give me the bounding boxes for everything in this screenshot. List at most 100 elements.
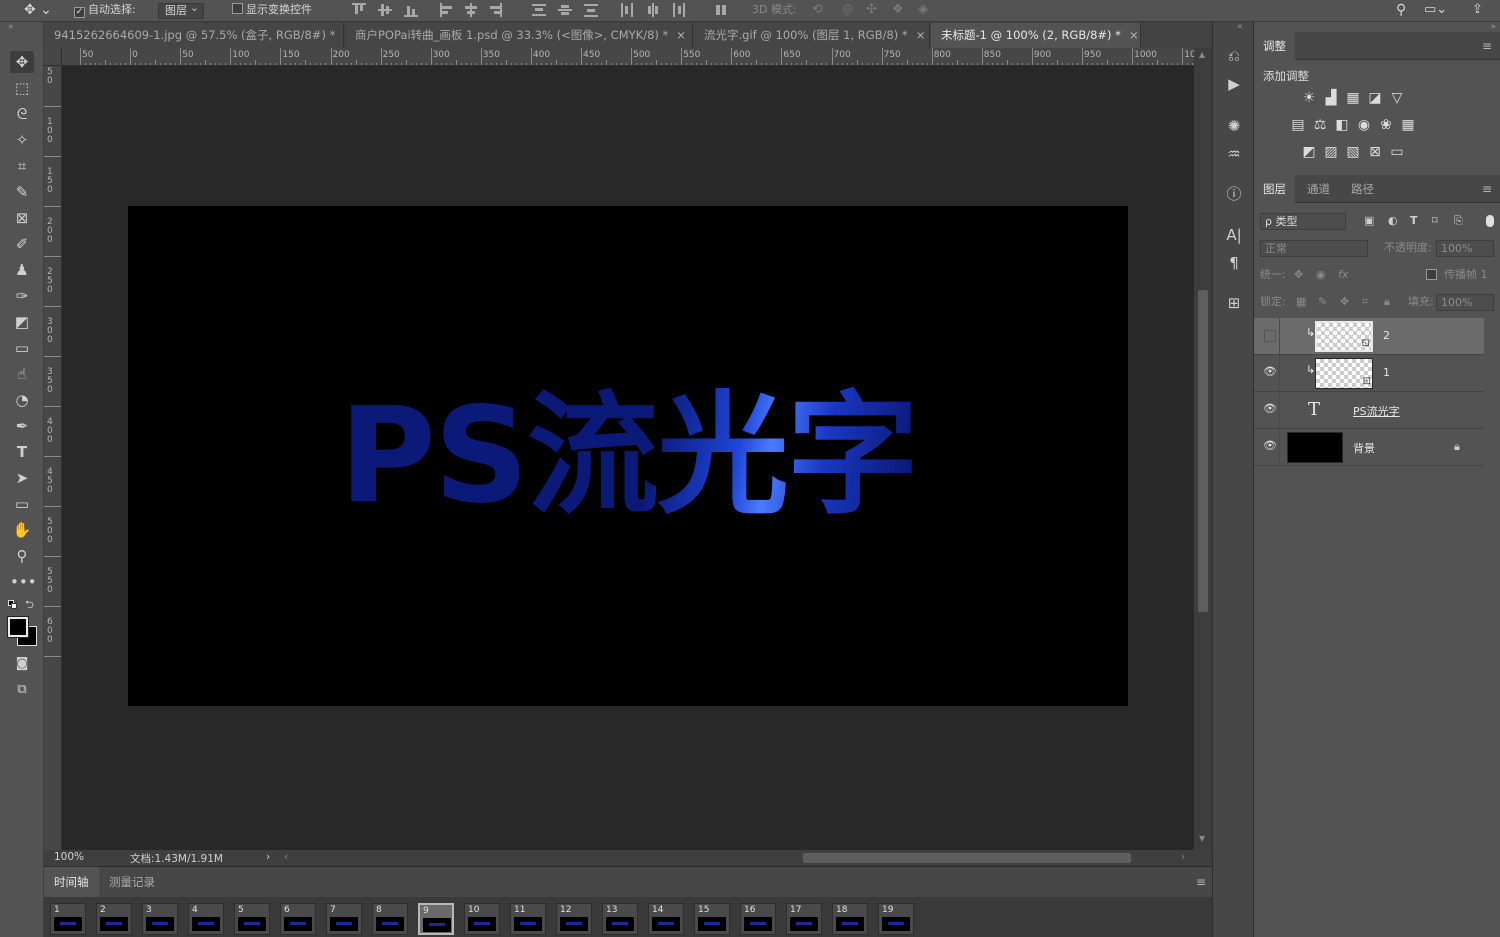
align-vcenter-icon[interactable]: [378, 3, 392, 17]
blend-mode-dropdown[interactable]: 正常: [1260, 240, 1368, 257]
layer-thumbnail[interactable]: ⊡: [1315, 358, 1373, 389]
layer-thumbnail[interactable]: ⊡: [1315, 321, 1373, 352]
scroll-down-icon[interactable]: ▼: [1199, 834, 1205, 843]
ruler-corner[interactable]: [44, 48, 62, 66]
align-top-icon[interactable]: [352, 3, 366, 17]
auto-select-checkbox[interactable]: ✓ 自动选择:: [74, 3, 136, 19]
layer-name[interactable]: 1: [1383, 366, 1390, 379]
frame-tool-icon[interactable]: ⊠: [10, 207, 34, 229]
tab-timeline[interactable]: 时间轴: [44, 867, 99, 897]
timeline-frame[interactable]: 9: [418, 903, 454, 935]
color-balance-icon[interactable]: ⚖: [1309, 117, 1331, 133]
timeline-frame[interactable]: 14: [648, 903, 684, 935]
collapse-panels-icon[interactable]: «: [1237, 22, 1243, 32]
horizontal-scrollbar[interactable]: ‹ ›: [276, 850, 1196, 866]
timeline-frame[interactable]: 1: [50, 903, 86, 935]
timeline-frame[interactable]: 5: [234, 903, 270, 935]
3d-roll-icon[interactable]: ◎: [842, 3, 853, 19]
panel-menu-icon[interactable]: ≡: [1482, 182, 1492, 196]
scroll-left-icon[interactable]: ‹: [284, 851, 288, 863]
screen-mode-icon[interactable]: ⧉: [10, 679, 34, 701]
close-icon[interactable]: ×: [676, 28, 686, 42]
timeline-frame[interactable]: 10: [464, 903, 500, 935]
unify-style-icon[interactable]: fx: [1338, 265, 1348, 285]
workspace-icon[interactable]: ▭⌄: [1424, 3, 1447, 19]
more-tools-icon[interactable]: •••: [10, 571, 37, 593]
timeline-frame[interactable]: 15: [694, 903, 730, 935]
close-icon[interactable]: ×: [1129, 28, 1139, 42]
threshold-icon[interactable]: ▧: [1342, 144, 1364, 160]
type-tool-icon[interactable]: T: [10, 441, 34, 463]
scroll-up-icon[interactable]: ▲: [1199, 50, 1205, 59]
tab-document-3[interactable]: 流光字.gif @ 100% (图层 1, RGB/8) * ×: [694, 23, 930, 48]
horizontal-scroll-thumb[interactable]: [803, 853, 1131, 863]
lock-image-icon[interactable]: ✎: [1318, 292, 1327, 312]
info-icon[interactable]: ⓘ: [1224, 184, 1244, 204]
eraser-tool-icon[interactable]: ◩: [10, 311, 34, 333]
layer-row-background[interactable]: 👁︎ 背景 🔒︎: [1254, 429, 1484, 466]
distribute-left-icon[interactable]: [620, 3, 634, 17]
brush-settings-icon[interactable]: ✺: [1224, 116, 1244, 136]
timeline-frame[interactable]: 8: [372, 903, 408, 935]
marquee-tool-icon[interactable]: ⬚: [10, 77, 34, 99]
tab-adjustments[interactable]: 调整: [1254, 32, 1295, 60]
paragraph-panel-icon[interactable]: ¶: [1224, 253, 1244, 273]
vertical-scroll-thumb[interactable]: [1198, 290, 1208, 612]
layer-row-1[interactable]: 👁︎ ↳ ⊡ 1: [1254, 355, 1484, 392]
align-bottom-icon[interactable]: [404, 3, 418, 17]
lock-all-icon[interactable]: 🔒︎: [1384, 292, 1390, 312]
swap-colors-icon[interactable]: ⮌: [25, 596, 34, 615]
tab-paths[interactable]: 路径: [1342, 175, 1383, 203]
hand-tool-icon[interactable]: ✋: [10, 519, 34, 541]
panel-menu-icon[interactable]: ≡: [1482, 39, 1492, 53]
selective-color-icon[interactable]: ⊠: [1364, 144, 1386, 160]
visibility-toggle-off[interactable]: [1264, 330, 1276, 342]
vibrance-icon[interactable]: ▽: [1386, 90, 1408, 106]
gradient-tool-icon[interactable]: ▭: [10, 337, 34, 359]
tab-channels[interactable]: 通道: [1298, 175, 1339, 203]
adjustment-filter-icon[interactable]: ◐: [1388, 211, 1398, 231]
close-icon[interactable]: ×: [343, 28, 344, 42]
auto-select-dropdown[interactable]: 图层: [158, 1, 204, 19]
crop-tool-icon[interactable]: ⌗: [10, 155, 34, 177]
zoom-tool-icon[interactable]: ⚲: [10, 545, 34, 567]
status-menu-arrow[interactable]: ›: [266, 851, 270, 863]
lasso-tool-icon[interactable]: ᘓ: [10, 103, 34, 125]
exposure-icon[interactable]: ◪: [1364, 90, 1386, 106]
brushes-panel-icon[interactable]: ♒: [1224, 144, 1244, 164]
timeline-frame[interactable]: 13: [602, 903, 638, 935]
pen-tool-icon[interactable]: ✒: [10, 415, 34, 437]
layer-row-2[interactable]: ↳ ⊡ 2: [1254, 318, 1484, 355]
horizontal-ruler[interactable]: 50 0 50 100 150 200 250 300 350 400 450 500 550 600 65…: [62, 48, 1194, 66]
align-right-icon[interactable]: [488, 3, 502, 17]
timeline-frame[interactable]: 7: [326, 903, 362, 935]
move-tool-preset-icon[interactable]: ✥ ⌄: [24, 3, 52, 19]
layer-filter-dropdown[interactable]: ρ 类型: [1260, 213, 1346, 230]
timeline-frame[interactable]: 16: [740, 903, 776, 935]
magic-wand-tool-icon[interactable]: ✧: [10, 129, 34, 151]
libraries-icon[interactable]: ⊞: [1224, 293, 1244, 313]
quick-mask-icon[interactable]: ◙: [10, 653, 34, 675]
layer-name[interactable]: 2: [1383, 329, 1390, 342]
3d-rotate-icon[interactable]: ⟲: [812, 3, 823, 19]
timeline-frame[interactable]: 11: [510, 903, 546, 935]
scroll-right-icon[interactable]: ›: [1181, 851, 1185, 863]
move-tool-icon[interactable]: ✥: [10, 51, 34, 73]
eye-icon[interactable]: 👁︎: [1262, 402, 1278, 418]
rectangle-tool-icon[interactable]: ▭: [10, 493, 34, 515]
document-canvas[interactable]: PS流光字: [128, 206, 1128, 706]
share-icon[interactable]: ⇪: [1472, 3, 1483, 19]
search-icon[interactable]: ⚲: [1396, 3, 1406, 19]
gradient-map-icon[interactable]: ▭: [1386, 144, 1408, 160]
curves-icon[interactable]: ▦: [1342, 90, 1364, 106]
character-panel-icon[interactable]: A|: [1224, 225, 1244, 245]
align-hcenter-icon[interactable]: [464, 3, 478, 17]
history-brush-tool-icon[interactable]: ✑: [10, 285, 34, 307]
vertical-scrollbar[interactable]: ▲ ▼: [1194, 48, 1212, 850]
expand-panels-icon[interactable]: »: [1490, 22, 1496, 32]
history-panel-icon[interactable]: ⎌: [1224, 46, 1244, 66]
lock-artboard-icon[interactable]: ⌗: [1362, 292, 1368, 312]
default-colors-icon[interactable]: [8, 600, 18, 610]
fill-input[interactable]: 100%: [1436, 294, 1494, 311]
path-select-tool-icon[interactable]: ➤: [10, 467, 34, 489]
